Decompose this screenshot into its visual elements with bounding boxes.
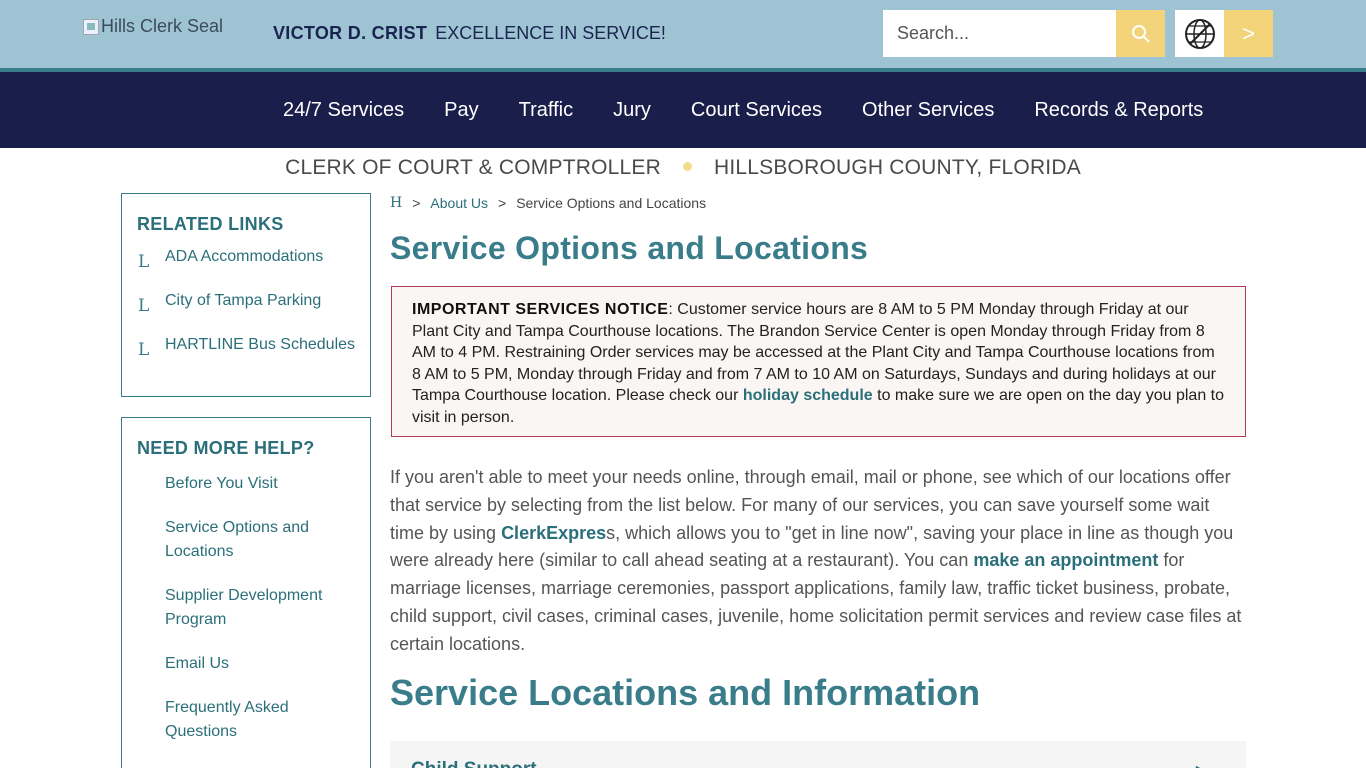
accordion-label: Child Support bbox=[411, 759, 537, 768]
need-more-help-panel: NEED MORE HELP? Before You Visit Service… bbox=[121, 417, 371, 768]
related-link-label: HARTLINE Bus Schedules bbox=[165, 336, 355, 353]
notice-title: IMPORTANT SERVICES NOTICE bbox=[412, 301, 668, 318]
expand-arrow-icon: ▶ bbox=[1196, 761, 1208, 768]
main-navigation: 24/7 Services Pay Traffic Jury Court Ser… bbox=[0, 72, 1366, 148]
breadcrumb: H > About Us > Service Options and Locat… bbox=[390, 195, 706, 211]
link-icon: L bbox=[138, 252, 149, 272]
help-link-email-us[interactable]: Email Us bbox=[122, 652, 370, 676]
nav-item-pay[interactable]: Pay bbox=[424, 99, 498, 122]
breadcrumb-home[interactable]: H bbox=[390, 195, 402, 211]
nav-item-records-reports[interactable]: Records & Reports bbox=[1014, 99, 1223, 122]
breadcrumb-about-us[interactable]: About Us bbox=[430, 195, 488, 211]
section-title: Service Locations and Information bbox=[390, 672, 980, 714]
nav-item-court-services[interactable]: Court Services bbox=[671, 99, 842, 122]
need-more-help-heading: NEED MORE HELP? bbox=[137, 438, 370, 459]
nav-item-other-services[interactable]: Other Services bbox=[842, 99, 1014, 122]
breadcrumb-separator: > bbox=[498, 195, 506, 211]
help-link-faq[interactable]: Frequently Asked Questions bbox=[122, 696, 370, 744]
link-icon: L bbox=[138, 340, 149, 360]
translate-globe-icon bbox=[1183, 17, 1217, 51]
related-link-label: ADA Accommodations bbox=[165, 248, 323, 265]
broken-image-icon bbox=[83, 19, 99, 35]
help-link-supplier-development[interactable]: Supplier Development Program bbox=[122, 584, 370, 632]
search-icon bbox=[1131, 24, 1151, 44]
separator-dot bbox=[683, 162, 692, 171]
intro-paragraph: If you aren't able to meet your needs on… bbox=[390, 464, 1246, 659]
related-link-label: City of Tampa Parking bbox=[165, 292, 321, 309]
link-icon: L bbox=[138, 296, 149, 316]
nav-item-24-7-services[interactable]: 24/7 Services bbox=[263, 99, 424, 122]
related-links-panel: RELATED LINKS L ADA Accommodations L City … bbox=[121, 193, 371, 397]
county-title: HILLSBOROUGH COUNTY, FLORIDA bbox=[714, 156, 1081, 179]
accordion-child-support[interactable]: Child Support ▶ bbox=[390, 741, 1246, 768]
clerk-name: VICTOR D. CRIST bbox=[273, 23, 427, 43]
search-input[interactable] bbox=[883, 10, 1116, 57]
seal-alt-text: Hills Clerk Seal bbox=[101, 16, 223, 37]
translate-button[interactable] bbox=[1175, 10, 1224, 57]
related-links-heading: RELATED LINKS bbox=[137, 214, 370, 235]
office-title: CLERK OF COURT & COMPTROLLER bbox=[285, 156, 661, 179]
breadcrumb-separator: > bbox=[412, 195, 420, 211]
help-link-before-you-visit[interactable]: Before You Visit bbox=[122, 472, 370, 496]
holiday-schedule-link[interactable]: holiday schedule bbox=[743, 387, 873, 404]
translate-go-button[interactable]: > bbox=[1224, 10, 1273, 57]
office-subheader: CLERK OF COURT & COMPTROLLER HILLSBOROUGH… bbox=[0, 156, 1366, 180]
clerk-seal-logo[interactable]: Hills Clerk Seal bbox=[83, 16, 223, 37]
clerkexpress-link[interactable]: ClerkExpres bbox=[501, 523, 606, 543]
related-link-ada[interactable]: L ADA Accommodations bbox=[122, 248, 370, 292]
breadcrumb-current: Service Options and Locations bbox=[516, 195, 706, 211]
slogan: EXCELLENCE IN SERVICE! bbox=[435, 23, 666, 43]
nav-item-jury[interactable]: Jury bbox=[593, 99, 671, 122]
search-button[interactable] bbox=[1116, 10, 1165, 57]
related-link-tampa-parking[interactable]: L City of Tampa Parking bbox=[122, 292, 370, 336]
help-link-service-options[interactable]: Service Options and Locations bbox=[122, 516, 370, 564]
nav-item-traffic[interactable]: Traffic bbox=[499, 99, 593, 122]
header-tagline: VICTOR D. CRIST EXCELLENCE IN SERVICE! bbox=[273, 23, 666, 44]
services-notice: IMPORTANT SERVICES NOTICE: Customer serv… bbox=[391, 286, 1246, 437]
related-link-hartline[interactable]: L HARTLINE Bus Schedules bbox=[122, 336, 370, 380]
make-appointment-link[interactable]: make an appointment bbox=[973, 550, 1158, 570]
page-title: Service Options and Locations bbox=[390, 230, 868, 267]
